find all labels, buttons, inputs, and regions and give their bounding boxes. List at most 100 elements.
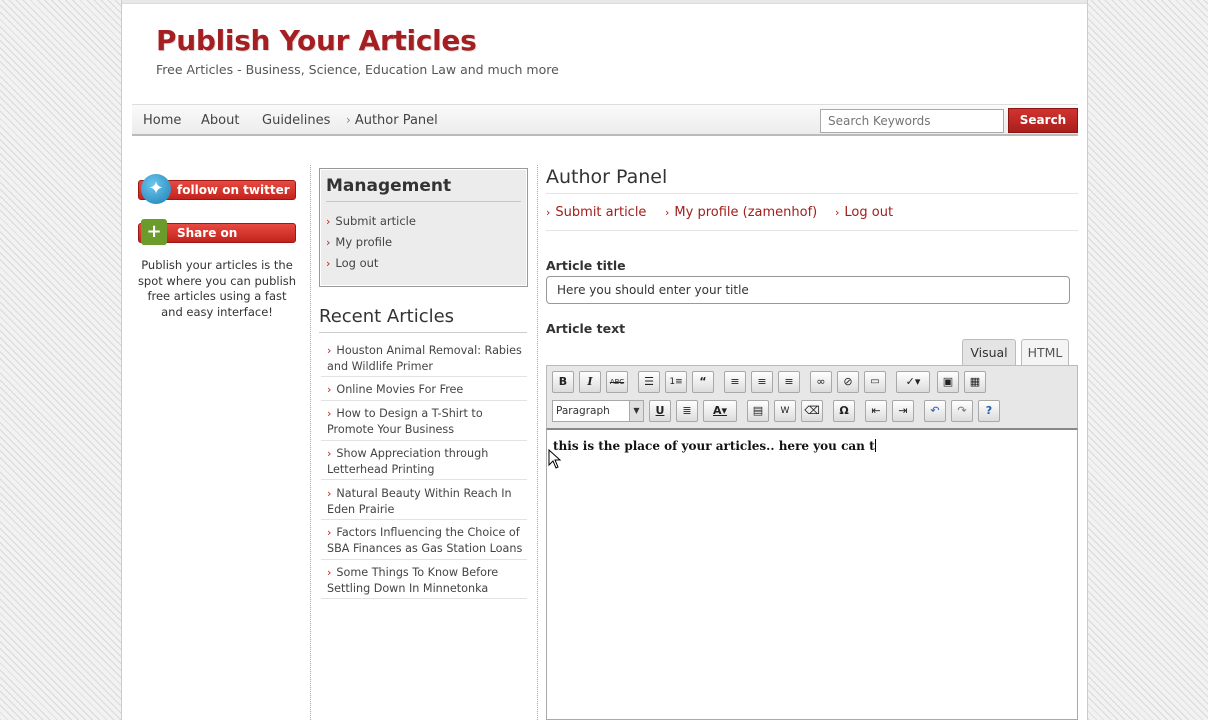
recent-article-link[interactable]: › Houston Animal Removal: Rabies and Wild… bbox=[327, 343, 527, 374]
twitter-bird-icon: ✦ bbox=[141, 174, 171, 204]
link-label: My profile (zamenhof) bbox=[674, 205, 818, 220]
tab-html[interactable]: HTML bbox=[1021, 339, 1069, 366]
link-label: Submit article bbox=[555, 205, 647, 220]
chevron-right-icon: › bbox=[327, 383, 332, 396]
divider bbox=[321, 376, 527, 377]
spellcheck-icon[interactable]: ✓▾ bbox=[896, 371, 930, 393]
recent-article-link[interactable]: › Some Things To Know Before Settling Dow… bbox=[327, 565, 527, 596]
kitchen-sink-icon[interactable]: ▦ bbox=[964, 371, 986, 393]
management-submit-article-link[interactable]: › Submit article bbox=[326, 214, 416, 228]
chevron-right-icon: › bbox=[327, 407, 332, 420]
editor-content-text: this is the place of your articles.. her… bbox=[553, 439, 875, 453]
text-color-icon[interactable]: A▾ bbox=[703, 400, 737, 422]
bold-icon[interactable]: B bbox=[552, 371, 574, 393]
indent-icon[interactable]: ⇥ bbox=[892, 400, 914, 422]
nav-home[interactable]: Home bbox=[143, 113, 181, 128]
author-panel-title: Author Panel bbox=[546, 166, 668, 188]
undo-icon[interactable]: ↶ bbox=[924, 400, 946, 422]
my-profile-link[interactable]: › My profile (zamenhof) bbox=[665, 205, 817, 220]
main-nav: Home About Guidelines › Author Panel Sear… bbox=[132, 104, 1078, 136]
omega-icon[interactable]: Ω bbox=[833, 400, 855, 422]
help-icon[interactable]: ? bbox=[978, 400, 1000, 422]
fullscreen-icon[interactable]: ▣ bbox=[937, 371, 959, 393]
divider bbox=[326, 201, 521, 202]
divider bbox=[321, 519, 527, 520]
site-description: Publish your articles is the spot where … bbox=[137, 258, 297, 319]
management-box: Management › Submit article › My profile ›… bbox=[319, 168, 528, 287]
recent-article-title: Factors Influencing the Choice of SBA Fi… bbox=[327, 526, 523, 555]
chevron-right-icon: › bbox=[546, 206, 551, 219]
chevron-right-icon: › bbox=[327, 487, 332, 500]
management-log-out-link[interactable]: › Log out bbox=[326, 256, 378, 270]
management-title: Management bbox=[326, 176, 452, 196]
recent-article-link[interactable]: › Natural Beauty Within Reach In Eden Pra… bbox=[327, 486, 527, 517]
page: Publish Your Articles Free Articles - Bu… bbox=[121, 0, 1088, 720]
paste-text-icon[interactable]: ▤ bbox=[747, 400, 769, 422]
twitter-follow-button[interactable]: ✦ follow on twitter bbox=[138, 174, 296, 204]
recent-article-title: Show Appreciation through Letterhead Pri… bbox=[327, 447, 489, 476]
article-title-input[interactable] bbox=[546, 276, 1070, 304]
align-left-icon[interactable]: ≡ bbox=[724, 371, 746, 393]
recent-article-title: How to Design a T-Shirt to Promote Your … bbox=[327, 407, 483, 436]
article-title-label: Article title bbox=[546, 258, 626, 273]
justify-icon[interactable]: ≣ bbox=[676, 400, 698, 422]
chevron-right-icon: › bbox=[346, 113, 351, 127]
recent-article-link[interactable]: › Online Movies For Free bbox=[327, 382, 527, 398]
editor-content: this is the place of your articles.. her… bbox=[553, 439, 876, 453]
divider bbox=[546, 230, 1078, 231]
twitter-follow-label: follow on twitter bbox=[177, 183, 290, 197]
italic-icon[interactable]: I bbox=[579, 371, 601, 393]
link-label: Submit article bbox=[335, 214, 416, 228]
search-input[interactable] bbox=[820, 109, 1004, 133]
tab-visual[interactable]: Visual bbox=[962, 339, 1016, 366]
underline-icon[interactable]: U bbox=[649, 400, 671, 422]
blockquote-icon[interactable]: “ bbox=[692, 371, 714, 393]
article-text-editor[interactable]: this is the place of your articles.. her… bbox=[546, 428, 1078, 720]
strikethrough-icon[interactable]: ABC bbox=[606, 371, 628, 393]
recent-articles-title: Recent Articles bbox=[319, 306, 455, 327]
recent-article-title: Houston Animal Removal: Rabies and Wildl… bbox=[327, 344, 522, 373]
bullet-list-icon[interactable]: ☰ bbox=[638, 371, 660, 393]
eraser-icon[interactable]: ⌫ bbox=[801, 400, 823, 422]
chevron-right-icon: › bbox=[665, 206, 670, 219]
site-tagline: Free Articles - Business, Science, Educa… bbox=[156, 62, 559, 77]
log-out-link[interactable]: › Log out bbox=[835, 205, 893, 220]
align-right-icon[interactable]: ≡ bbox=[778, 371, 800, 393]
recent-article-title: Natural Beauty Within Reach In Eden Prai… bbox=[327, 487, 512, 516]
align-center-icon[interactable]: ≡ bbox=[751, 371, 773, 393]
numbered-list-icon[interactable]: 1≡ bbox=[665, 371, 687, 393]
divider bbox=[321, 559, 527, 560]
divider bbox=[321, 400, 527, 401]
facebook-share-button[interactable]: + Share on facebook bbox=[138, 219, 296, 258]
redo-icon[interactable]: ↷ bbox=[951, 400, 973, 422]
recent-article-link[interactable]: › Show Appreciation through Letterhead Pr… bbox=[327, 446, 527, 477]
column-divider bbox=[310, 165, 311, 720]
management-my-profile-link[interactable]: › My profile bbox=[326, 235, 392, 249]
text-caret bbox=[874, 439, 876, 452]
insert-more-icon[interactable]: ▭ bbox=[864, 371, 886, 393]
divider bbox=[321, 598, 527, 599]
link-label: Log out bbox=[335, 256, 379, 270]
nav-about[interactable]: About bbox=[201, 113, 239, 128]
facebook-share-label: Share on facebook bbox=[177, 226, 239, 258]
top-border bbox=[122, 0, 1087, 4]
divider bbox=[321, 479, 527, 480]
outdent-icon[interactable]: ⇤ bbox=[865, 400, 887, 422]
format-select[interactable]: Paragraph ▼ bbox=[552, 400, 644, 422]
unlink-icon[interactable]: ⊘ bbox=[837, 371, 859, 393]
submit-article-link[interactable]: › Submit article bbox=[546, 205, 646, 220]
chevron-down-icon: ▼ bbox=[629, 401, 643, 421]
column-divider bbox=[537, 165, 538, 720]
format-select-value: Paragraph bbox=[556, 405, 610, 417]
search-button[interactable]: Search bbox=[1008, 108, 1078, 133]
nav-guidelines[interactable]: Guidelines bbox=[262, 113, 330, 128]
recent-article-link[interactable]: › How to Design a T-Shirt to Promote Your… bbox=[327, 406, 527, 437]
nav-author-panel[interactable]: › Author Panel bbox=[346, 113, 438, 128]
facebook-share-icon: + bbox=[141, 219, 167, 245]
recent-article-link[interactable]: › Factors Influencing the Choice of SBA F… bbox=[327, 525, 527, 556]
chevron-right-icon: › bbox=[327, 447, 332, 460]
site-title[interactable]: Publish Your Articles bbox=[156, 24, 477, 57]
insert-link-icon[interactable]: ∞ bbox=[810, 371, 832, 393]
divider bbox=[319, 332, 527, 333]
paste-word-icon[interactable]: W bbox=[774, 400, 796, 422]
